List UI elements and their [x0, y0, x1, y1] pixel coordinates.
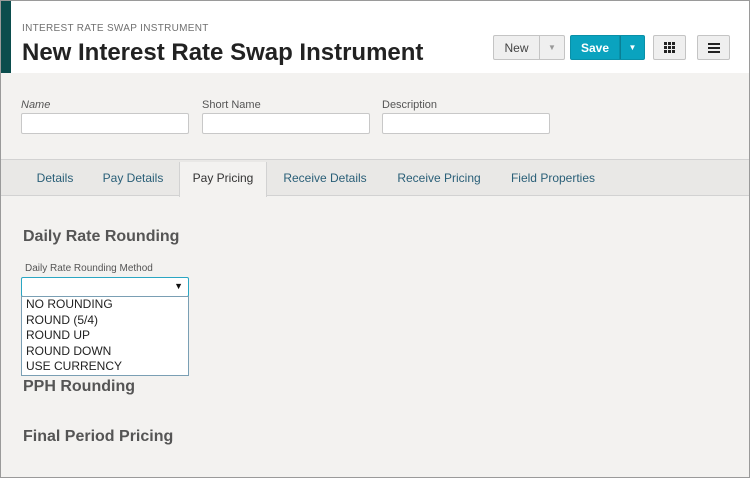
rounding-method-dropdown: NO ROUNDING ROUND (5/4) ROUND UP ROUND D… [21, 296, 189, 376]
option-round-5-4[interactable]: ROUND (5/4) [22, 313, 188, 329]
new-button-group: New ▼ [493, 35, 565, 60]
tab-pay-pricing[interactable]: Pay Pricing [179, 162, 267, 197]
caret-down-icon: ▼ [548, 43, 556, 52]
name-field-group: Name [21, 99, 189, 134]
grid-icon [664, 42, 675, 53]
header-accent-bar [1, 1, 11, 73]
option-round-up[interactable]: ROUND UP [22, 328, 188, 344]
daily-rate-rounding-heading: Daily Rate Rounding [23, 228, 180, 245]
caret-down-icon: ▼ [628, 43, 637, 52]
new-button[interactable]: New [493, 35, 540, 60]
pph-rounding-heading: PPH Rounding [23, 378, 135, 395]
name-field[interactable] [21, 113, 189, 134]
grid-view-button[interactable] [653, 35, 686, 60]
short-name-field-group: Short Name [202, 99, 370, 134]
option-use-currency[interactable]: USE CURRENCY [22, 359, 188, 375]
tab-details[interactable]: Details [23, 160, 87, 196]
final-period-pricing-heading: Final Period Pricing [23, 428, 174, 445]
short-name-label: Short Name [202, 99, 261, 111]
save-dropdown-button[interactable]: ▼ [620, 35, 645, 60]
save-button-group: Save ▼ [570, 35, 645, 60]
tab-receive-pricing[interactable]: Receive Pricing [383, 160, 495, 196]
option-no-rounding[interactable]: NO ROUNDING [22, 297, 188, 313]
description-field-group: Description [382, 99, 550, 134]
page-header: INTEREST RATE SWAP INSTRUMENT New Intere… [1, 1, 749, 73]
option-round-down[interactable]: ROUND DOWN [22, 344, 188, 360]
menu-button[interactable] [697, 35, 730, 60]
description-field[interactable] [382, 113, 550, 134]
window: INTEREST RATE SWAP INSTRUMENT New Intere… [0, 0, 750, 478]
rounding-method-label: Daily Rate Rounding Method [25, 263, 153, 274]
hamburger-menu-icon [707, 42, 720, 53]
tab-receive-details[interactable]: Receive Details [269, 160, 381, 196]
new-dropdown-button[interactable]: ▼ [540, 35, 565, 60]
tab-field-properties[interactable]: Field Properties [497, 160, 609, 196]
tab-pay-details[interactable]: Pay Details [89, 160, 177, 196]
description-label: Description [382, 99, 438, 111]
short-name-field[interactable] [202, 113, 370, 134]
page-title: New Interest Rate Swap Instrument [22, 39, 424, 66]
name-label: Name [21, 99, 51, 111]
tab-bar: Details Pay Details Pay Pricing Receive … [1, 159, 749, 197]
save-button[interactable]: Save [570, 35, 620, 60]
caret-down-icon: ▼ [174, 281, 183, 291]
rounding-method-select[interactable]: ▼ [21, 277, 189, 297]
breadcrumb: INTEREST RATE SWAP INSTRUMENT [22, 23, 209, 34]
